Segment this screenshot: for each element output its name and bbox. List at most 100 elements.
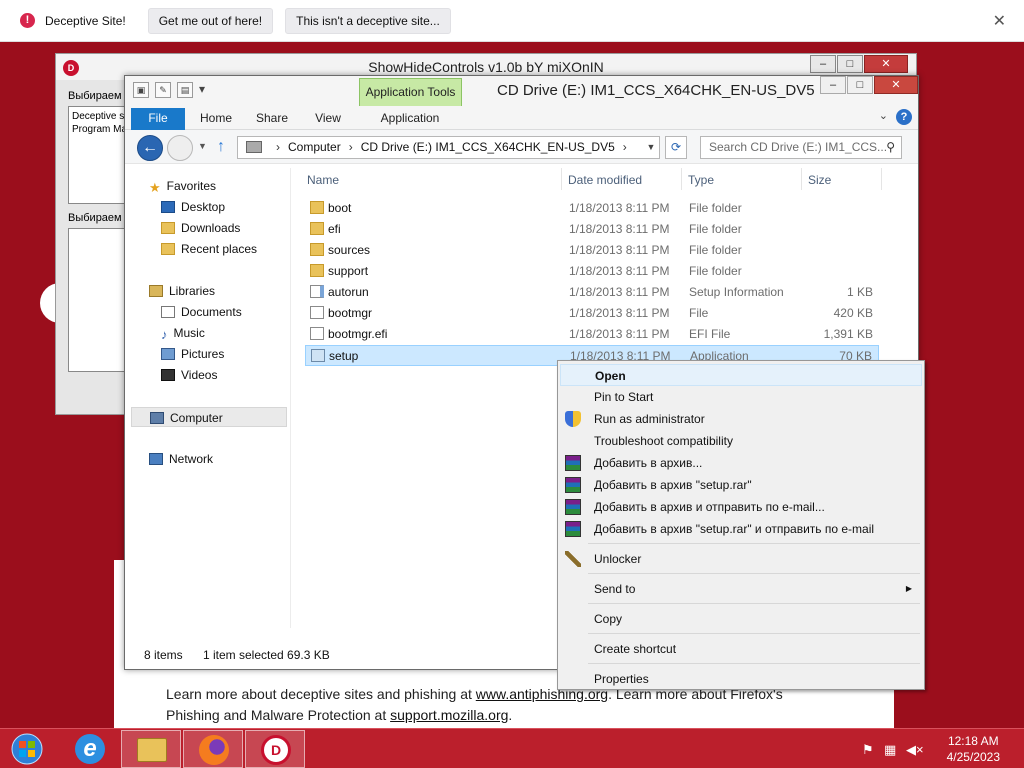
search-icon[interactable]: ⚲: [886, 137, 895, 158]
search-input[interactable]: Search CD Drive (E:) IM1_CCS... ⚲: [700, 136, 902, 159]
support-mozilla-link[interactable]: support.mozilla.org: [390, 707, 508, 723]
close-button[interactable]: ✕: [874, 76, 918, 94]
maximize-button[interactable]: □: [847, 76, 873, 94]
sidebar-item-network[interactable]: Network: [149, 449, 213, 469]
sidebar-item-label: Desktop: [181, 200, 226, 214]
shc-controls-list[interactable]: [68, 228, 128, 372]
sidebar-item-desktop[interactable]: Desktop: [161, 197, 225, 217]
column-header-size[interactable]: Size: [808, 173, 831, 187]
file-date: 1/18/2013 8:11 PM: [569, 264, 670, 278]
file-row-bootmgr-efi[interactable]: bootmgr.efi 1/18/2013 8:11 PM EFI File 1,39…: [305, 324, 879, 345]
close-icon[interactable]: ✕: [993, 11, 1006, 31]
tab-view[interactable]: View: [305, 108, 351, 130]
flag-icon[interactable]: ⚑: [862, 742, 874, 758]
taskbar-showhidecontrols[interactable]: D: [245, 730, 305, 768]
item-count: 8 items: [144, 648, 183, 662]
minimize-button[interactable]: –: [820, 76, 846, 94]
menu-item-2[interactable]: Run as administrator: [560, 408, 922, 430]
ribbon-tabs: File Home Share View Application ⌄ ?: [125, 106, 918, 130]
taskbar-internet-explorer[interactable]: e: [60, 730, 120, 768]
file-row-autorun[interactable]: autorun 1/18/2013 8:11 PM Setup Informatio…: [305, 282, 879, 303]
breadcrumb-cd-drive[interactable]: CD Drive (E:) IM1_CCS_X64CHK_EN-US_DV5: [361, 140, 615, 154]
sidebar-item-downloads[interactable]: Downloads: [161, 218, 240, 238]
menu-item-3[interactable]: Troubleshoot compatibility: [560, 430, 922, 452]
menu-item-8[interactable]: Unlocker: [560, 548, 922, 570]
expand-ribbon-icon[interactable]: ⌄: [879, 109, 888, 122]
column-divider[interactable]: [801, 168, 802, 190]
address-dropdown-icon[interactable]: ▼: [643, 137, 659, 158]
file-row-efi[interactable]: efi 1/18/2013 8:11 PM File folder: [305, 219, 879, 240]
help-icon[interactable]: ?: [896, 109, 912, 125]
sidebar-item-favorites[interactable]: ★ Favorites: [149, 176, 216, 196]
menu-item-9[interactable]: Send to ▶: [560, 578, 922, 600]
navigation-pane: ★ Favorites Desktop Downloads Recent plac…: [131, 168, 291, 628]
menu-item-0[interactable]: Open: [560, 364, 922, 386]
sidebar-item-pictures[interactable]: Pictures: [161, 344, 224, 364]
not-deceptive-button[interactable]: This isn't a deceptive site...: [285, 7, 451, 34]
get-me-out-button[interactable]: Get me out of here!: [147, 7, 274, 34]
column-divider[interactable]: [881, 168, 882, 190]
chevron-right-icon[interactable]: ›: [276, 140, 280, 154]
chevron-down-icon[interactable]: ▾: [199, 82, 205, 98]
shc-window-list[interactable]: Deceptive s Program Ma: [68, 106, 128, 204]
refresh-button[interactable]: ⟳: [665, 136, 687, 159]
sidebar-item-libraries[interactable]: Libraries: [149, 281, 215, 301]
up-arrow-icon[interactable]: ↑: [217, 138, 225, 156]
new-folder-icon[interactable]: ▤: [177, 82, 193, 98]
system-menu-icon[interactable]: ▣: [133, 82, 149, 98]
breadcrumb-computer[interactable]: Computer: [288, 140, 341, 154]
menu-item-1[interactable]: Pin to Start: [560, 386, 922, 408]
volume-muted-icon[interactable]: ◀×: [906, 742, 924, 758]
file-row-boot[interactable]: boot 1/18/2013 8:11 PM File folder: [305, 198, 879, 219]
sidebar-item-documents[interactable]: Documents: [161, 302, 242, 322]
back-button[interactable]: ←: [137, 135, 163, 161]
column-header-type[interactable]: Type: [688, 173, 714, 187]
menu-item-6[interactable]: Добавить в архив и отправить по e-mail..…: [560, 496, 922, 518]
clock[interactable]: 12:18 AM 4/25/2023: [947, 733, 1000, 765]
winrar-icon: [565, 477, 581, 493]
file-row-support[interactable]: support 1/18/2013 8:11 PM File folder: [305, 261, 879, 282]
menu-item-10[interactable]: Copy: [560, 608, 922, 630]
tab-application[interactable]: Application: [361, 108, 459, 130]
menu-item-11[interactable]: Create shortcut: [560, 638, 922, 660]
menu-item-7[interactable]: Добавить в архив "setup.rar" и отправить…: [560, 518, 922, 540]
navigation-bar: ← ▼ ↑ › Computer › CD Drive (E:) IM1_CCS_X6…: [125, 130, 918, 164]
chevron-right-icon[interactable]: ›: [623, 140, 627, 154]
explorer-title-bar[interactable]: ▣ ✎ ▤ ▾ Application Tools CD Drive (E:) …: [125, 76, 918, 106]
forward-button[interactable]: [167, 135, 193, 161]
menu-item-12[interactable]: Properties: [560, 668, 922, 690]
folder-icon: [310, 222, 324, 235]
shc-window-title: ShowHideControls v1.0b bY miXOnIN: [368, 59, 604, 75]
recent-locations-icon[interactable]: ▼: [198, 141, 207, 151]
tab-home[interactable]: Home: [191, 108, 241, 130]
tab-share[interactable]: Share: [247, 108, 297, 130]
menu-item-5[interactable]: Добавить в архив "setup.rar": [560, 474, 922, 496]
taskbar-firefox[interactable]: [183, 730, 243, 768]
file-row-sources[interactable]: sources 1/18/2013 8:11 PM File folder: [305, 240, 879, 261]
application-tools-tab[interactable]: Application Tools: [359, 78, 462, 106]
close-button[interactable]: ✕: [864, 55, 908, 73]
sidebar-item-recent-places[interactable]: Recent places: [161, 239, 257, 259]
sidebar-item-videos[interactable]: Videos: [161, 365, 217, 385]
sidebar-item-computer[interactable]: Computer: [131, 407, 287, 427]
list-item[interactable]: Program Ma: [72, 123, 127, 136]
file-row-bootmgr[interactable]: bootmgr 1/18/2013 8:11 PM File 420 KB: [305, 303, 879, 324]
chevron-right-icon[interactable]: ›: [349, 140, 353, 154]
column-header-date[interactable]: Date modified: [568, 173, 642, 187]
column-divider[interactable]: [561, 168, 562, 190]
sidebar-item-label: Favorites: [166, 179, 217, 193]
maximize-button[interactable]: □: [837, 55, 863, 73]
column-header-name[interactable]: Name: [307, 173, 339, 187]
file-type: EFI File: [689, 327, 731, 341]
tab-file[interactable]: File: [131, 108, 185, 130]
network-icon[interactable]: ▦: [884, 742, 896, 758]
taskbar-file-explorer[interactable]: [121, 730, 181, 768]
address-bar[interactable]: › Computer › CD Drive (E:) IM1_CCS_X64CHK_E…: [237, 136, 660, 159]
sidebar-item-music[interactable]: ♪ Music: [161, 323, 205, 343]
minimize-button[interactable]: –: [810, 55, 836, 73]
start-button[interactable]: [8, 732, 46, 766]
properties-icon[interactable]: ✎: [155, 82, 171, 98]
list-item[interactable]: Deceptive s: [72, 110, 124, 123]
menu-item-4[interactable]: Добавить в архив...: [560, 452, 922, 474]
column-divider[interactable]: [681, 168, 682, 190]
